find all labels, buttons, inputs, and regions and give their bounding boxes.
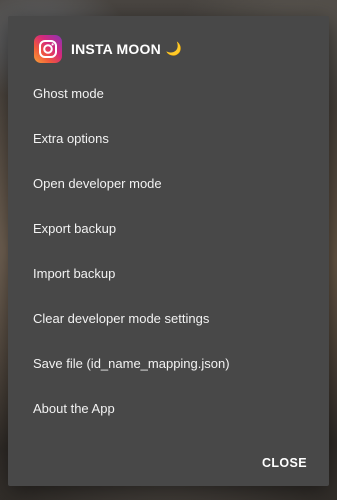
menu-item-open-developer-mode[interactable]: Open developer mode xyxy=(8,161,329,206)
options-dialog: INSTA MOON 🌙 Ghost mode Extra options Op… xyxy=(8,16,329,486)
close-button[interactable]: CLOSE xyxy=(262,456,307,470)
menu-item-save-file[interactable]: Save file (id_name_mapping.json) xyxy=(8,341,329,386)
instagram-icon xyxy=(34,35,62,63)
menu-item-clear-developer-mode-settings[interactable]: Clear developer mode settings xyxy=(8,296,329,341)
dialog-title: INSTA MOON xyxy=(71,41,161,57)
moon-icon: 🌙 xyxy=(165,41,183,56)
menu-item-import-backup[interactable]: Import backup xyxy=(8,251,329,296)
dialog-header: INSTA MOON 🌙 xyxy=(34,34,182,64)
menu-item-extra-options[interactable]: Extra options xyxy=(8,116,329,161)
menu-item-ghost-mode[interactable]: Ghost mode xyxy=(8,71,329,116)
menu-item-about-the-app[interactable]: About the App xyxy=(8,386,329,431)
menu-item-export-backup[interactable]: Export backup xyxy=(8,206,329,251)
screen: INSTA MOON 🌙 Ghost mode Extra options Op… xyxy=(0,0,337,500)
menu-list: Ghost mode Extra options Open developer … xyxy=(8,71,329,431)
